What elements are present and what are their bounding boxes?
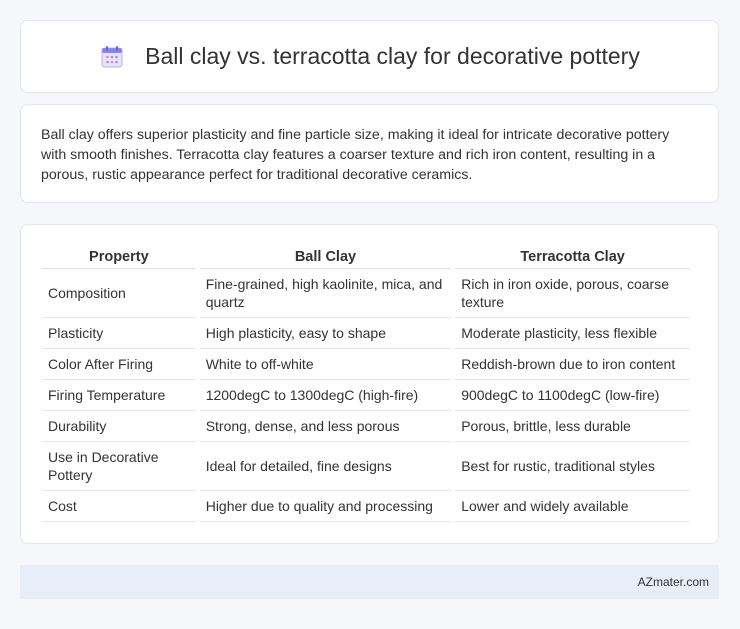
table-row: Composition Fine-grained, high kaolinite… (42, 269, 690, 318)
title-card: Ball clay vs. terracotta clay for decora… (20, 20, 719, 93)
table-cell: White to off-white (199, 349, 452, 380)
table-row: Plasticity High plasticity, easy to shap… (42, 318, 690, 349)
table-cell: Ideal for detailed, fine designs (199, 442, 452, 491)
column-header-ball-clay: Ball Clay (199, 245, 452, 269)
table-cell: Higher due to quality and processing (199, 491, 452, 522)
table-cell: High plasticity, easy to shape (199, 318, 452, 349)
table-cell: Strong, dense, and less porous (199, 411, 452, 442)
page-title: Ball clay vs. terracotta clay for decora… (145, 43, 640, 69)
table-header-row: Property Ball Clay Terracotta Clay (42, 245, 690, 269)
comparison-table: Property Ball Clay Terracotta Clay Compo… (38, 245, 694, 522)
column-header-terracotta-clay: Terracotta Clay (455, 245, 690, 269)
table-cell: Porous, brittle, less durable (455, 411, 690, 442)
table-cell: Lower and widely available (455, 491, 690, 522)
intro-card: Ball clay offers superior plasticity and… (20, 104, 719, 203)
comparison-table-card: Property Ball Clay Terracotta Clay Compo… (20, 224, 719, 544)
table-row: Cost Higher due to quality and processin… (42, 491, 690, 522)
calendar-icon (101, 45, 123, 67)
table-cell: Plasticity (42, 318, 196, 349)
table-row: Use in Decorative Pottery Ideal for deta… (42, 442, 690, 491)
table-cell: 1200degC to 1300degC (high-fire) (199, 380, 452, 411)
column-header-property: Property (42, 245, 196, 269)
intro-paragraph: Ball clay offers superior plasticity and… (41, 127, 670, 183)
table-cell: Rich in iron oxide, porous, coarse textu… (455, 269, 690, 318)
footer: AZmater.com (20, 565, 719, 599)
table-cell: Fine-grained, high kaolinite, mica, and … (199, 269, 452, 318)
table-cell: 900degC to 1100degC (low-fire) (455, 380, 690, 411)
table-row: Durability Strong, dense, and less porou… (42, 411, 690, 442)
table-cell: Color After Firing (42, 349, 196, 380)
table-cell: Reddish-brown due to iron content (455, 349, 690, 380)
table-cell: Best for rustic, traditional styles (455, 442, 690, 491)
table-cell: Firing Temperature (42, 380, 196, 411)
footer-site-label: AZmater.com (637, 575, 709, 589)
table-cell: Moderate plasticity, less flexible (455, 318, 690, 349)
table-row: Firing Temperature 1200degC to 1300degC … (42, 380, 690, 411)
table-cell: Composition (42, 269, 196, 318)
table-cell: Use in Decorative Pottery (42, 442, 196, 491)
table-row: Color After Firing White to off-white Re… (42, 349, 690, 380)
table-cell: Cost (42, 491, 196, 522)
table-cell: Durability (42, 411, 196, 442)
